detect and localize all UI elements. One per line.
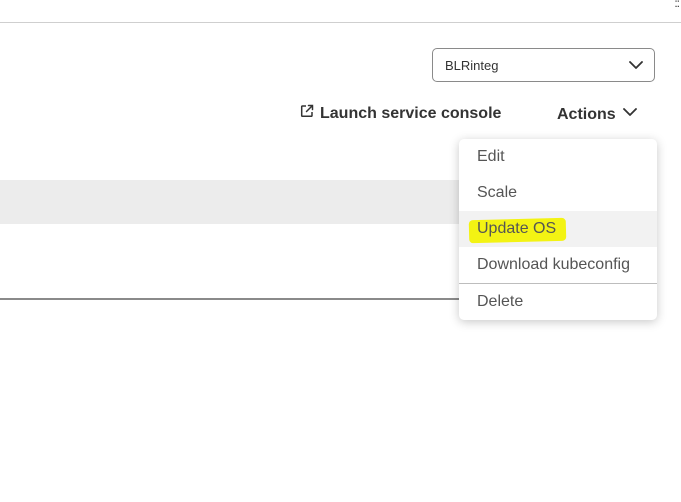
menu-item-label: Download kubeconfig (477, 256, 630, 273)
menu-item-label: Delete (477, 293, 524, 310)
launch-service-console-label: Launch service console (320, 104, 502, 122)
corner-marks: :: (674, 0, 680, 10)
menu-item-label: Update OS (477, 220, 557, 237)
chevron-down-icon (622, 104, 638, 125)
highlight-mark: Update OS (473, 218, 560, 240)
cluster-select[interactable]: BLRinteg (432, 48, 655, 82)
menu-item-delete[interactable]: Delete (459, 284, 657, 320)
menu-item-download-kubeconfig[interactable]: Download kubeconfig (459, 247, 657, 283)
menu-item-update-os[interactable]: Update OS (459, 211, 657, 247)
top-divider (0, 22, 681, 23)
actions-button[interactable]: Actions (557, 104, 638, 125)
chevron-down-icon (628, 57, 644, 73)
cluster-select-value: BLRinteg (445, 57, 499, 73)
menu-item-edit[interactable]: Edit (459, 139, 657, 175)
external-link-icon (300, 104, 314, 123)
actions-menu: Edit Scale Update OS Download kubeconfig… (459, 139, 657, 320)
launch-service-console-link[interactable]: Launch service console (300, 104, 501, 123)
table-bottom-rule (0, 298, 480, 300)
actions-label: Actions (557, 105, 616, 123)
menu-item-label: Scale (477, 184, 518, 201)
table-header-row (0, 180, 480, 224)
menu-item-scale[interactable]: Scale (459, 175, 657, 211)
menu-item-label: Edit (477, 148, 505, 165)
